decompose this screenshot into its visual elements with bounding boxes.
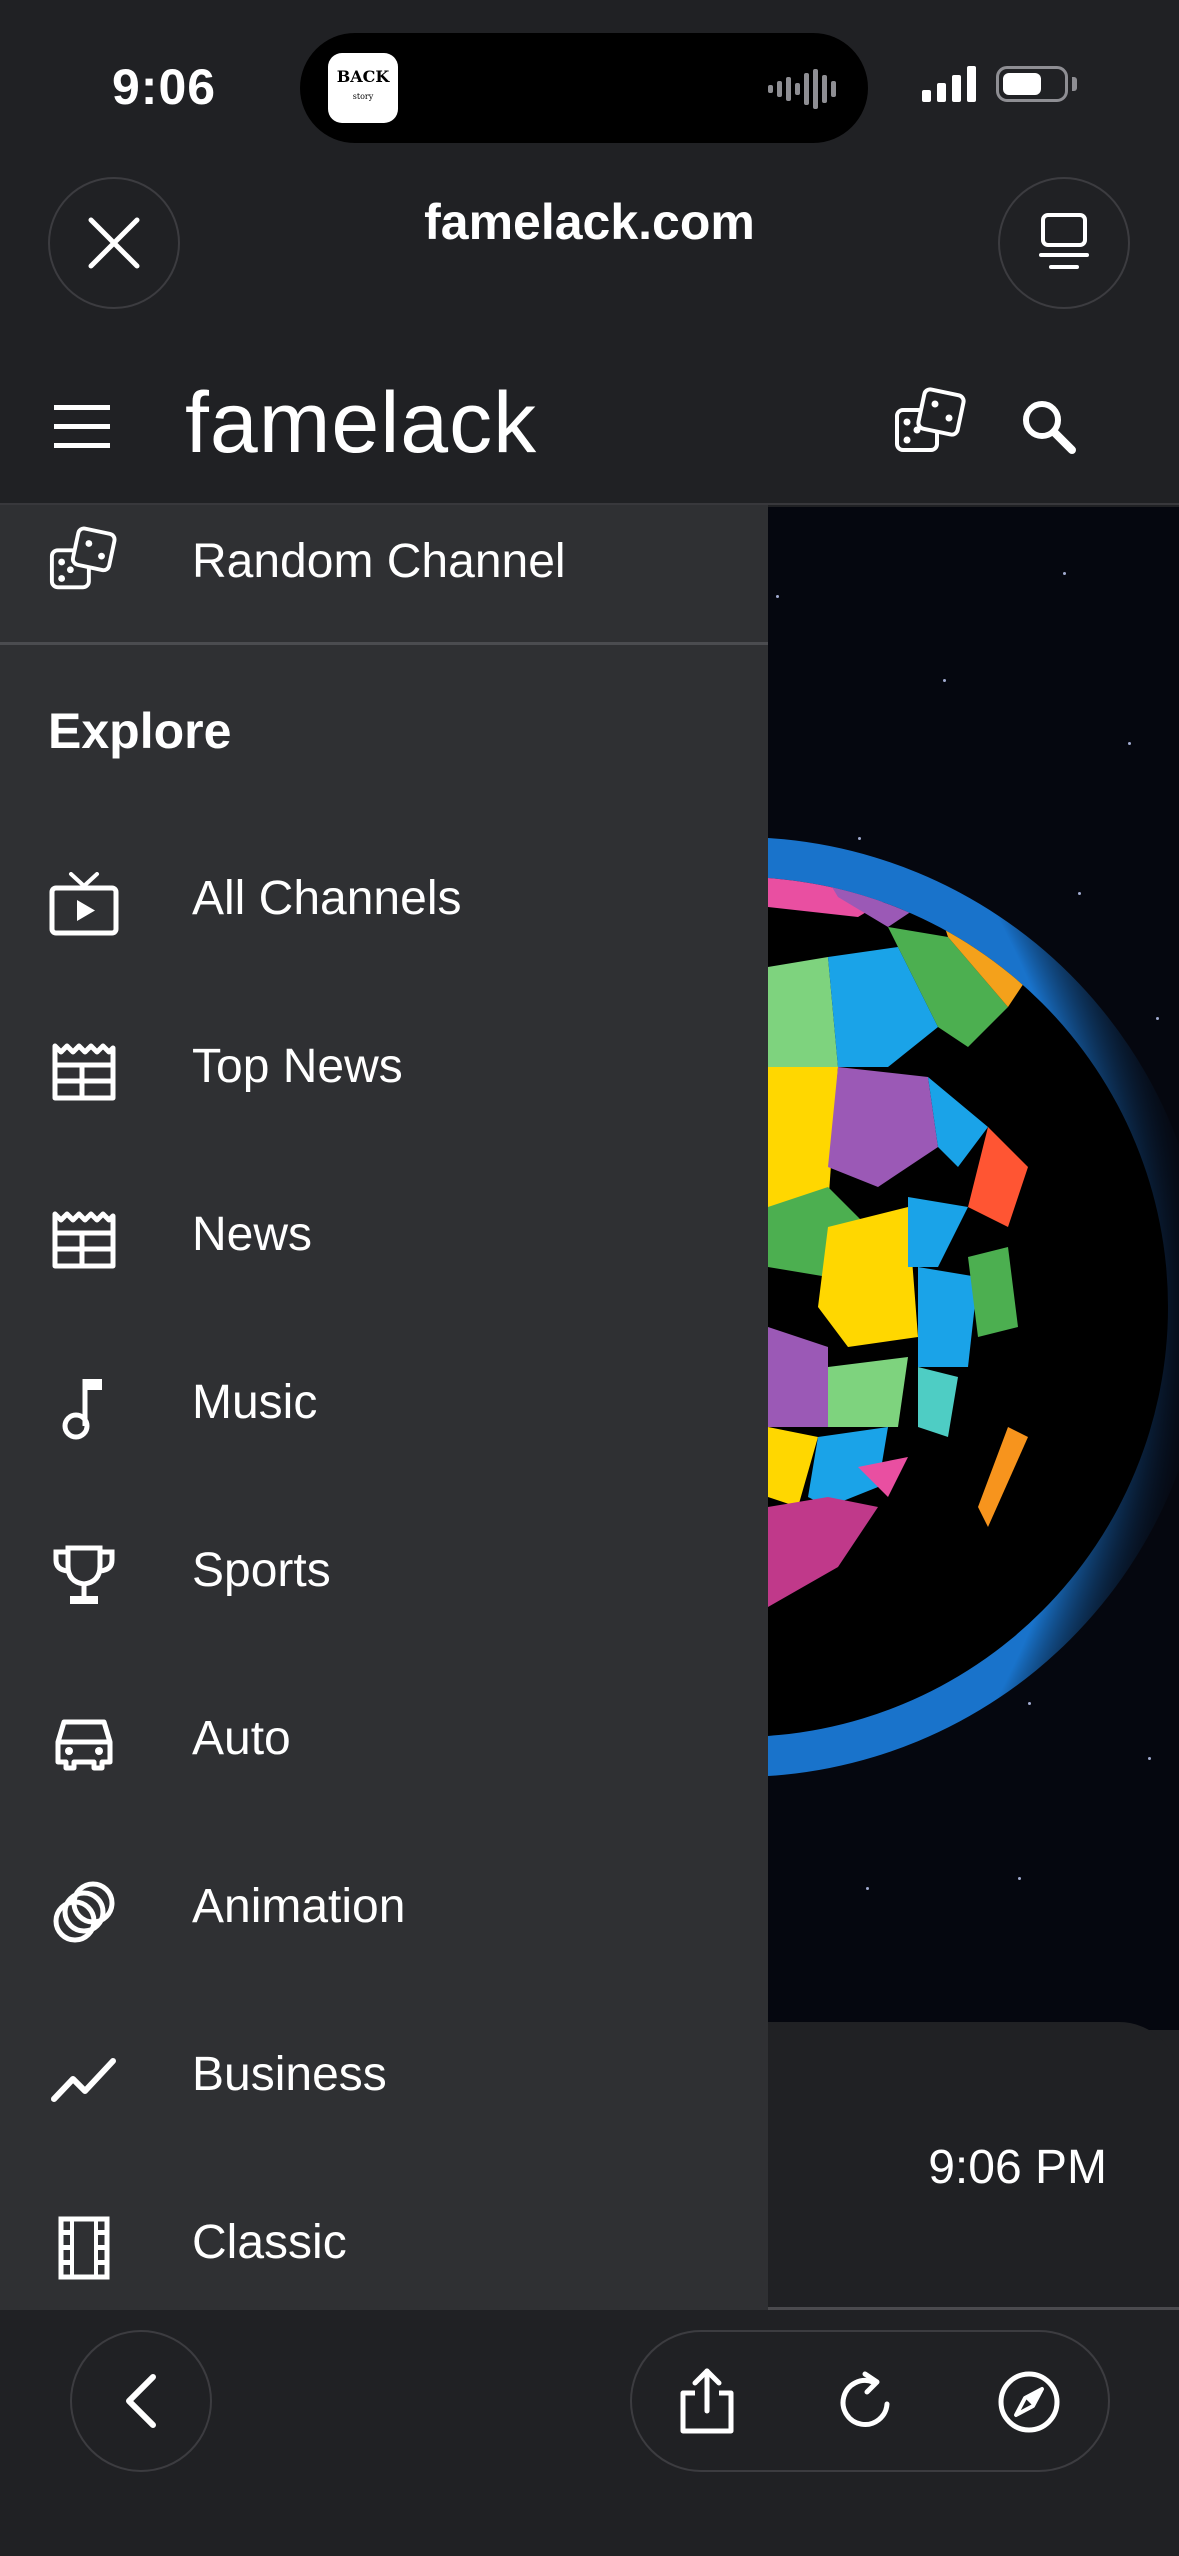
nav-item-music[interactable]: Music <box>0 1324 768 1492</box>
trophy-icon <box>48 1540 120 1612</box>
side-drawer: Random Channel Explore All Channels Top … <box>0 505 768 2310</box>
tab-overview-button[interactable] <box>998 177 1130 309</box>
nav-label: Animation <box>192 1880 406 1933</box>
music-note-icon <box>48 1372 120 1444</box>
share-icon <box>680 2368 734 2434</box>
nav-item-classic[interactable]: Classic <box>0 2164 768 2310</box>
nav-item-sports[interactable]: Sports <box>0 1492 768 1660</box>
reload-icon <box>840 2371 890 2427</box>
island-app-icon: BACK story <box>328 53 398 123</box>
tv-icon <box>48 868 120 940</box>
nav-label: Auto <box>192 1712 291 1765</box>
nav-item-animation[interactable]: Animation <box>0 1828 768 1996</box>
share-button[interactable] <box>672 2367 742 2437</box>
reload-button[interactable] <box>832 2367 902 2437</box>
island-app-sub: story <box>352 92 374 101</box>
film-icon <box>48 2212 120 2284</box>
car-icon <box>48 1708 120 1780</box>
nav-item-business[interactable]: Business <box>0 1996 768 2164</box>
battery-icon <box>996 66 1068 102</box>
player-time: 9:06 PM <box>928 2141 1107 2194</box>
explore-heading: Explore <box>48 703 232 759</box>
random-channel-label: Random Channel <box>192 535 566 588</box>
status-time: 9:06 <box>112 59 217 115</box>
site-header: famelack <box>0 360 1179 505</box>
animation-icon <box>48 1876 120 1948</box>
nav-label: Music <box>192 1376 318 1429</box>
video-player[interactable] <box>768 507 1179 2030</box>
nav-label: News <box>192 1208 313 1261</box>
island-app-name: BACK <box>336 67 390 86</box>
trending-icon <box>48 2044 120 2116</box>
toolbar-actions <box>630 2330 1110 2472</box>
nav-item-top-news[interactable]: Top News <box>0 988 768 1156</box>
tab-overview-icon <box>1039 213 1089 269</box>
compass-button[interactable] <box>994 2367 1064 2437</box>
nav-item-auto[interactable]: Auto <box>0 1660 768 1828</box>
compass-icon <box>998 2371 1060 2433</box>
nav-label: Sports <box>192 1544 331 1597</box>
player-info-panel: 9:06 PM <box>768 2022 1179 2307</box>
nav-item-all-channels[interactable]: All Channels <box>0 820 768 988</box>
nav-label: All Channels <box>192 872 462 925</box>
random-channel-item[interactable]: Random Channel <box>0 505 768 645</box>
nav-item-news[interactable]: News <box>0 1156 768 1324</box>
browser-toolbar <box>0 2310 1179 2556</box>
dynamic-island[interactable]: BACK story <box>300 33 868 143</box>
back-button[interactable] <box>70 2330 212 2472</box>
chevron-left-icon <box>126 2374 156 2428</box>
site-logo[interactable]: famelack <box>185 374 537 473</box>
newspaper-icon <box>48 1036 120 1108</box>
cellular-signal-icon <box>922 66 976 102</box>
nav-label: Business <box>192 2048 387 2101</box>
newspaper-icon <box>48 1204 120 1276</box>
audio-wave-icon <box>768 69 836 109</box>
status-bar: 9:06 BACK story <box>0 0 1179 170</box>
nav-label: Classic <box>192 2216 347 2269</box>
search-icon[interactable] <box>1018 396 1078 456</box>
dice-icon <box>48 525 120 597</box>
globe-image <box>768 838 1179 1776</box>
nav-label: Top News <box>192 1040 403 1093</box>
menu-icon[interactable] <box>54 405 114 455</box>
random-dice-icon[interactable] <box>893 386 967 460</box>
